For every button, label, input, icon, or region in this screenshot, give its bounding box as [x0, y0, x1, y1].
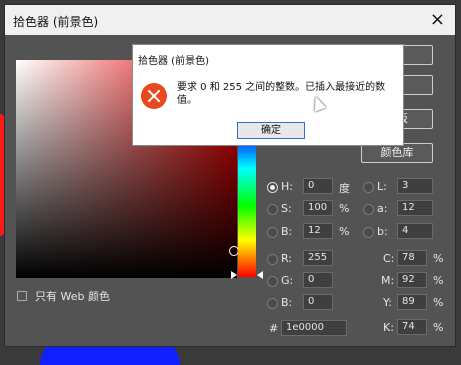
- hue-slider-handle-left[interactable]: [231, 271, 237, 279]
- label-rgb-b: B:: [281, 296, 293, 309]
- error-icon: [141, 83, 167, 109]
- only-web-colors-label: 只有 Web 颜色: [35, 290, 110, 303]
- unit-k: %: [433, 321, 444, 334]
- field-m[interactable]: 92: [397, 272, 427, 288]
- unit-c: %: [433, 252, 444, 265]
- label-b: B:: [281, 225, 293, 238]
- field-r[interactable]: 255: [303, 250, 333, 266]
- alert-message: 要求 0 和 255 之间的整数。已插入最接近的数值。: [177, 82, 386, 106]
- label-hex: #: [269, 322, 279, 335]
- picker-title: 拾色器 (前景色): [13, 15, 99, 29]
- radio-a[interactable]: [363, 204, 374, 215]
- close-icon[interactable]: ×: [430, 9, 445, 30]
- field-h[interactable]: 0: [303, 178, 333, 194]
- field-b[interactable]: 12: [303, 223, 333, 239]
- label-c: C:: [383, 252, 395, 265]
- field-c[interactable]: 78: [397, 250, 427, 266]
- radio-l[interactable]: [363, 182, 374, 193]
- label-lab-b: b:: [377, 225, 388, 238]
- field-g[interactable]: 0: [303, 272, 333, 288]
- label-y: Y:: [383, 296, 392, 309]
- radio-lab-b[interactable]: [363, 227, 374, 238]
- label-s: S:: [281, 202, 292, 215]
- field-rgb-b[interactable]: 0: [303, 294, 333, 310]
- radio-r[interactable]: [267, 254, 278, 265]
- unit-h: 度: [339, 182, 350, 195]
- radio-h[interactable]: [267, 182, 278, 193]
- label-a: a:: [377, 202, 388, 215]
- unit-b: %: [339, 225, 350, 238]
- radio-s[interactable]: [267, 204, 278, 215]
- error-alert-dialog: 拾色器 (前景色) 要求 0 和 255 之间的整数。已插入最接近的数值。 确定: [132, 44, 404, 146]
- label-k: K:: [383, 321, 394, 334]
- field-a[interactable]: 12: [397, 200, 433, 216]
- field-s[interactable]: 100: [303, 200, 333, 216]
- picker-titlebar: 拾色器 (前景色) ×: [5, 5, 455, 35]
- unit-y: %: [433, 296, 444, 309]
- field-l[interactable]: 3: [397, 178, 433, 194]
- hue-slider-handle-right[interactable]: [257, 271, 263, 279]
- unit-m: %: [433, 274, 444, 287]
- label-g: G:: [281, 274, 294, 287]
- field-y[interactable]: 89: [397, 294, 427, 310]
- label-r: R:: [281, 252, 293, 265]
- only-web-colors-checkbox[interactable]: [17, 291, 27, 301]
- field-hex[interactable]: 1e0000: [281, 320, 347, 336]
- label-h: H:: [281, 180, 293, 193]
- field-lab-b[interactable]: 4: [397, 223, 433, 239]
- alert-ok-button[interactable]: 确定: [237, 122, 305, 139]
- label-l: L:: [377, 180, 387, 193]
- color-libraries-button[interactable]: 颜色库: [361, 143, 433, 163]
- radio-rgb-b[interactable]: [267, 298, 278, 309]
- label-m: M:: [381, 274, 395, 287]
- field-k[interactable]: 74: [397, 319, 427, 335]
- alert-title: 拾色器 (前景色): [138, 56, 209, 67]
- unit-s: %: [339, 202, 350, 215]
- radio-b[interactable]: [267, 227, 278, 238]
- radio-g[interactable]: [267, 276, 278, 287]
